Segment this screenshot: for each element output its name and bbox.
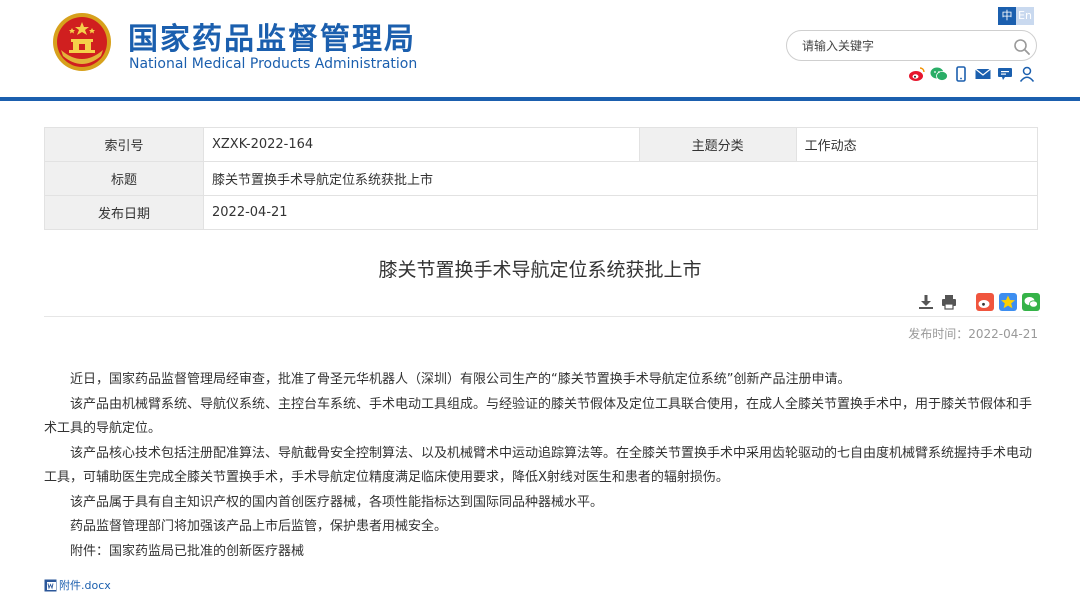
- attachment-link[interactable]: 附件.docx: [44, 577, 111, 593]
- index-label: 索引号: [44, 127, 204, 162]
- publish-time: 发布时间：2022-04-21: [908, 327, 1038, 341]
- print-icon[interactable]: [940, 293, 958, 311]
- article-paragraph: 近日，国家药品监督管理局经审查，批准了骨圣元华机器人（深圳）有限公司生产的“膝关…: [70, 372, 851, 387]
- article-paragraph: 附件：国家药监局已批准的创新医疗器械: [70, 543, 305, 559]
- lang-en-button[interactable]: En: [1016, 7, 1034, 25]
- article-paragraph: 该产品由机械臂系统、导航仪系统、主控台车系统、手术电动工具组成。与经验证的膝关节…: [44, 396, 1033, 437]
- site-title-en[interactable]: National Medical Products Administration: [129, 56, 417, 72]
- search-bar: [786, 30, 1037, 61]
- title-value: 膝关节置换手术导航定位系统获批上市: [203, 161, 1038, 196]
- article-paragraph: 该产品核心技术包括注册配准算法、导航截骨安全控制算法、以及机械臂术中运动追踪算法…: [44, 445, 1033, 486]
- attachment-filename[interactable]: 附件.docx: [59, 577, 111, 593]
- weibo-share-icon[interactable]: [976, 293, 994, 311]
- table-row: 索引号 XZXK-2022-164 主题分类 工作动态: [44, 127, 1039, 162]
- article-body: 近日，国家药品监督管理局经审查，批准了骨圣元华机器人（深圳）有限公司生产的“膝关…: [44, 368, 1038, 564]
- weibo-icon[interactable]: [908, 66, 926, 82]
- language-switch: 中 En: [998, 7, 1034, 25]
- header-divider: [0, 97, 1080, 101]
- date-label: 发布日期: [44, 195, 204, 230]
- wechat-share-icon[interactable]: [1022, 293, 1040, 311]
- article-paragraph: 药品监督管理部门将加强该产品上市后监管，保护患者用械安全。: [70, 519, 448, 534]
- qzone-share-icon[interactable]: [999, 293, 1017, 311]
- message-board-icon[interactable]: [996, 66, 1014, 82]
- metadata-table: 索引号 XZXK-2022-164 主题分类 工作动态 标题 膝关节置换手术导航…: [44, 127, 1039, 230]
- table-row: 标题 膝关节置换手术导航定位系统获批上市: [44, 161, 1038, 196]
- lang-zh-button[interactable]: 中: [998, 7, 1016, 25]
- article-title: 膝关节置换手术导航定位系统获批上市: [378, 259, 702, 281]
- mobile-icon[interactable]: [952, 66, 970, 82]
- category-label: 主题分类: [638, 127, 797, 162]
- title-label: 标题: [44, 161, 204, 196]
- national-emblem-icon[interactable]: [52, 12, 112, 72]
- article-tools: [917, 293, 1040, 311]
- mail-icon[interactable]: [974, 66, 992, 82]
- category-value: 工作动态: [795, 127, 1039, 162]
- table-row: 发布日期 2022-04-21: [44, 195, 1038, 230]
- search-input[interactable]: [802, 37, 1012, 55]
- wechat-icon[interactable]: [930, 66, 948, 82]
- search-icon[interactable]: [1013, 38, 1031, 56]
- site-title-cn[interactable]: 国家药品监督管理局: [128, 14, 416, 58]
- word-document-icon: [44, 579, 57, 591]
- date-value: 2022-04-21: [203, 195, 1038, 230]
- publish-divider: [44, 316, 1038, 317]
- download-icon[interactable]: [917, 293, 935, 311]
- site-header: 国家药品监督管理局 National Medical Products Admi…: [0, 0, 1080, 98]
- index-value: XZXK-2022-164: [203, 127, 640, 162]
- user-icon[interactable]: [1018, 66, 1036, 82]
- article-paragraph: 该产品属于具有自主知识产权的国内首创医疗器械，各项性能指标达到国际同品种器械水平…: [70, 494, 604, 510]
- social-links: [908, 66, 1036, 82]
